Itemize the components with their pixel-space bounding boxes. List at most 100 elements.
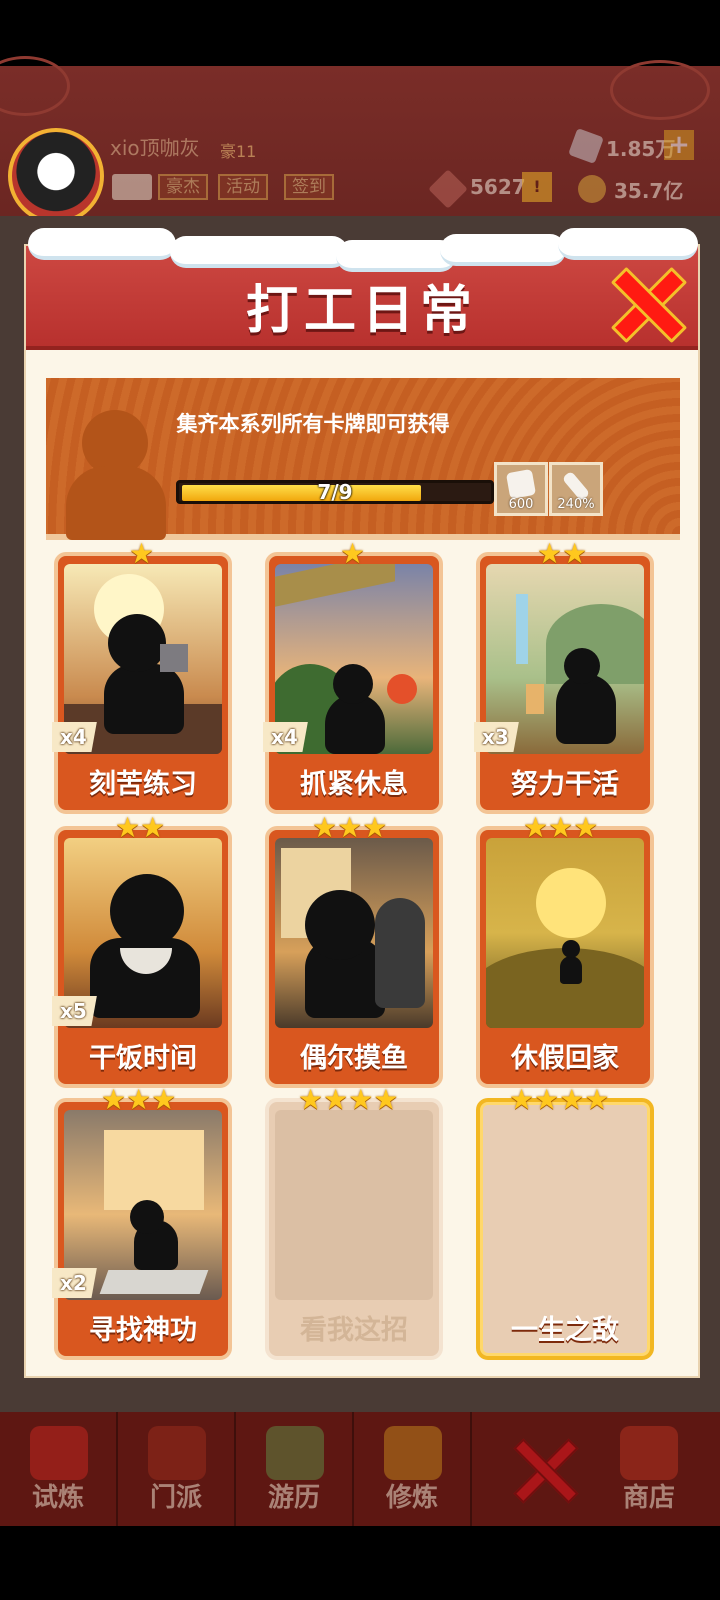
mail-icon[interactable]	[112, 174, 152, 200]
card-count: x4	[263, 722, 308, 752]
card-item[interactable]: x4 刻苦练习	[52, 552, 232, 814]
card-name: 寻找神功	[89, 1315, 197, 1346]
system-nav-bar	[0, 1526, 720, 1600]
card-art-shape	[104, 1130, 204, 1210]
star-icon: ★	[323, 1083, 349, 1116]
star-icon: ★	[509, 1083, 535, 1116]
player-level: 豪11	[220, 142, 257, 161]
nav-trial[interactable]: 试炼	[0, 1412, 118, 1526]
card-art-shape	[110, 874, 184, 948]
star-icon: ★	[584, 1083, 610, 1116]
dice-icon	[505, 468, 537, 500]
snow-decoration	[558, 228, 698, 260]
card-item[interactable]: 休假回家	[476, 826, 654, 1088]
card-stars: ★ ★ ★ ★	[298, 1086, 398, 1114]
star-icon: ★	[548, 811, 574, 844]
nav-shop[interactable]: 商店	[590, 1412, 708, 1526]
nav-travel[interactable]: 游历	[236, 1412, 354, 1526]
card-stars: ★ ★	[537, 540, 587, 568]
snow-decoration	[440, 234, 566, 266]
star-icon: ★	[140, 811, 166, 844]
events-button[interactable]: 活动	[218, 174, 268, 200]
card-item[interactable]: x5 干饭时间	[52, 826, 232, 1088]
card-count: x4	[52, 722, 97, 752]
card-item[interactable]: 看我这招	[265, 1098, 443, 1360]
card-art-shape	[536, 868, 606, 938]
card-stars: ★ ★ ★	[523, 814, 598, 842]
card-art-shape	[562, 940, 580, 958]
card-art-shape	[560, 956, 582, 984]
card-art-shape	[526, 684, 544, 714]
star-icon: ★	[298, 1083, 324, 1116]
reward-sword[interactable]: 240%	[549, 462, 603, 516]
card-item[interactable]: 偶尔摸鱼	[265, 826, 443, 1088]
star-icon: ★	[340, 537, 366, 570]
star-icon: ★	[537, 537, 563, 570]
card-art-shape	[375, 898, 425, 1008]
card-art-shape	[104, 664, 184, 734]
nav-sect[interactable]: 门派	[118, 1412, 236, 1526]
card-item[interactable]: x2 寻找神功	[52, 1098, 232, 1360]
reward-value: 600	[508, 497, 534, 512]
card-name: 抓紧休息	[300, 769, 408, 800]
card-art	[486, 838, 644, 1028]
nav-label: 商店	[622, 1483, 675, 1513]
alert-button[interactable]: !	[522, 172, 552, 202]
snow-decoration	[170, 236, 348, 268]
nav-cultivate[interactable]: 修炼	[354, 1412, 472, 1526]
card-stars: ★	[129, 540, 154, 568]
banner-text: 集齐本系列所有卡牌即可获得	[176, 412, 450, 436]
card-name: 努力干活	[511, 769, 619, 800]
card-count: x5	[52, 996, 97, 1026]
reward-dice[interactable]: 600	[494, 462, 548, 516]
card-art	[275, 838, 433, 1028]
close-icon[interactable]	[612, 268, 680, 336]
card-art-shape	[564, 648, 600, 684]
star-icon: ★	[348, 1083, 374, 1116]
reward-value: 240%	[557, 497, 595, 512]
coins-count: 35.7亿	[614, 179, 684, 203]
heroes-button[interactable]: 豪杰	[158, 174, 208, 200]
card-stars: ★ ★ ★ ★	[509, 1086, 609, 1114]
card-item[interactable]: 一生之敌	[476, 1098, 654, 1360]
nav-label: 门派	[149, 1483, 202, 1513]
star-icon: ★	[562, 537, 588, 570]
star-icon: ★	[573, 811, 599, 844]
nav-label: 试炼	[31, 1483, 84, 1513]
card-item[interactable]: x4 抓紧休息	[263, 552, 443, 814]
card-stars: ★	[340, 540, 365, 568]
star-icon: ★	[129, 537, 155, 570]
bottom-nav: 试炼 门派 游历 修炼 商店	[0, 1412, 720, 1526]
card-name: 偶尔摸鱼	[300, 1043, 408, 1074]
star-icon: ★	[312, 811, 338, 844]
card-name: 休假回家	[511, 1043, 619, 1074]
snow-decoration	[28, 228, 176, 260]
star-icon: ★	[534, 1083, 560, 1116]
nav-label: 游历	[267, 1483, 320, 1513]
mountain-icon	[266, 1426, 324, 1480]
card-art-shape	[333, 664, 373, 704]
card-stars: ★ ★ ★	[101, 1086, 176, 1114]
star-icon: ★	[115, 811, 141, 844]
star-icon: ★	[101, 1083, 127, 1116]
card-stars: ★ ★ ★	[312, 814, 387, 842]
avatar[interactable]	[8, 128, 104, 224]
card-art	[275, 1110, 433, 1300]
card-art-shape	[387, 674, 417, 704]
card-count: x2	[52, 1268, 97, 1298]
card-art-shape	[305, 890, 375, 960]
checkin-button[interactable]: 签到	[284, 174, 334, 200]
card-stars: ★ ★	[115, 814, 165, 842]
add-gems-button[interactable]: +	[664, 130, 694, 160]
card-art-shape	[516, 594, 528, 664]
shop-icon	[620, 1426, 678, 1480]
nav-label: 修炼	[385, 1483, 438, 1513]
card-art-shape	[108, 614, 166, 672]
card-name: 干饭时间	[89, 1043, 197, 1074]
dialog-title: 打工日常	[245, 281, 478, 341]
card-art-shape	[556, 674, 616, 744]
card-art-shape	[130, 1200, 164, 1234]
card-item[interactable]: x3 努力干活	[474, 552, 654, 814]
nav-close-icon[interactable]	[510, 1436, 576, 1502]
progress-text: 7/9	[317, 480, 353, 504]
